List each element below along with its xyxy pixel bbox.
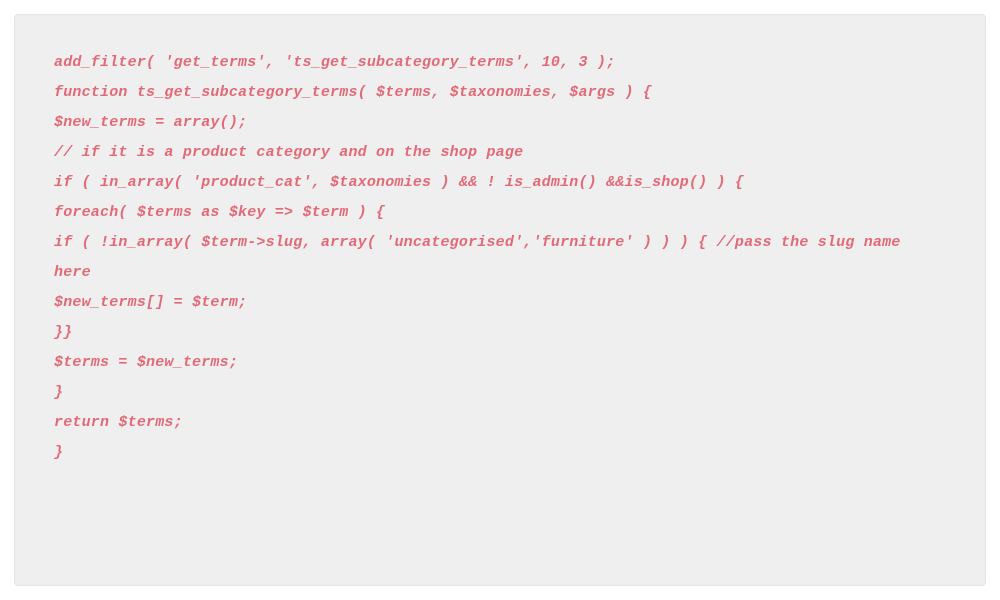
code-block: add_filter( 'get_terms', 'ts_get_subcate…: [54, 48, 946, 468]
code-panel: add_filter( 'get_terms', 'ts_get_subcate…: [14, 14, 986, 586]
page-frame: add_filter( 'get_terms', 'ts_get_subcate…: [0, 0, 1000, 600]
